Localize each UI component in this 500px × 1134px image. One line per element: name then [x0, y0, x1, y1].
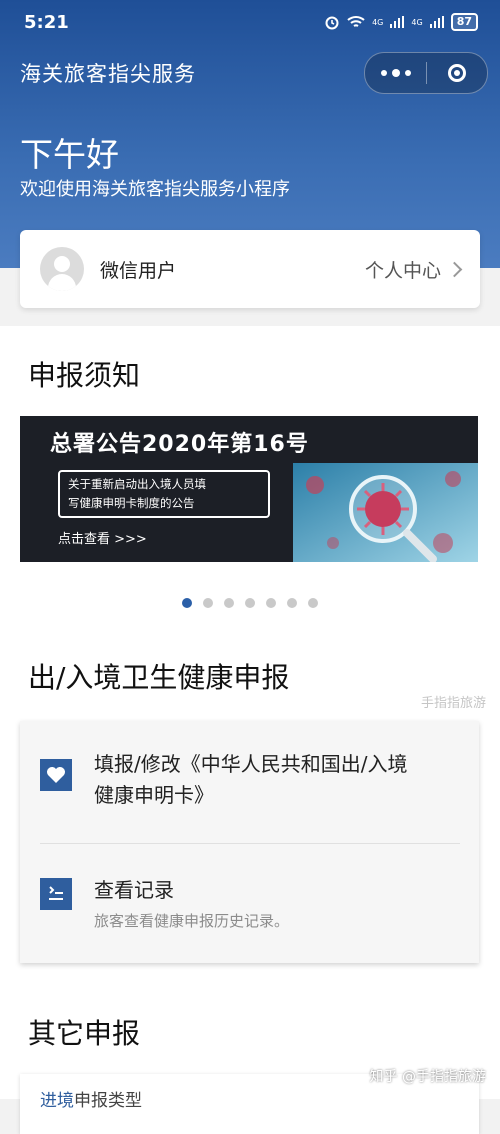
- signal-icon: [390, 16, 405, 28]
- carousel-indicator: [0, 598, 500, 608]
- banner-description: 关于重新启动出入境人员填 写健康申明卡制度的公告: [58, 470, 270, 518]
- more-dot-icon: [391, 69, 400, 77]
- welcome-text: 欢迎使用海关旅客指尖服务小程序: [20, 179, 290, 200]
- mini-program-capsule: [364, 52, 488, 94]
- watermark-text: 手指指旅游: [420, 696, 486, 711]
- target-icon: [448, 64, 466, 82]
- more-dot-icon: [380, 70, 387, 76]
- signal-icon-2: [429, 16, 444, 28]
- fill-health-card-line-1: 填报/修改《中华人民共和国出/入境: [94, 752, 408, 776]
- carousel-dot[interactable]: [287, 598, 297, 608]
- health-declaration-card: 填报/修改《中华人民共和国出/入境 健康申明卡》 查看记录 旅客查看健康申报历史…: [20, 721, 479, 963]
- status-icons: 4G 4G 87: [324, 13, 478, 31]
- heart-icon: [40, 759, 72, 791]
- view-records-title: 查看记录: [94, 878, 174, 902]
- fill-health-card-item[interactable]: 填报/修改《中华人民共和国出/入境 健康申明卡》: [20, 749, 479, 811]
- carousel-dot[interactable]: [203, 598, 213, 608]
- fill-health-card-line-2: 健康申明卡》: [94, 783, 214, 807]
- banner-view-link[interactable]: 点击查看 >>>: [58, 528, 147, 547]
- record-icon: [40, 878, 72, 910]
- close-program-button[interactable]: [427, 53, 487, 93]
- banner-line-2: 写健康申明卡制度的公告: [68, 496, 195, 510]
- profile-center-link[interactable]: 个人中心: [365, 256, 441, 283]
- header-background: 5:21 4G 4G 87 海关旅客指尖服务 下午好 欢迎使用海关旅客指尖服务小…: [0, 0, 500, 268]
- menu-divider: [40, 843, 460, 844]
- other-section-title: 其它申报: [28, 1017, 141, 1050]
- carousel-dot[interactable]: [182, 598, 192, 608]
- status-time: 5:21: [24, 12, 69, 33]
- source-watermark: 知乎 @手指指旅游: [369, 1069, 486, 1085]
- avatar: [40, 247, 84, 291]
- alarm-icon: [325, 16, 339, 30]
- user-card[interactable]: 微信用户 个人中心: [20, 230, 480, 308]
- more-dot-icon: [404, 70, 411, 76]
- carousel-dot[interactable]: [224, 598, 234, 608]
- view-records-subtitle: 旅客查看健康申报历史记录。: [94, 912, 290, 930]
- carousel-dot[interactable]: [245, 598, 255, 608]
- inbound-label: 进境: [40, 1091, 74, 1111]
- carousel-dot[interactable]: [308, 598, 318, 608]
- nav-title: 海关旅客指尖服务: [20, 62, 196, 86]
- declaration-type-text: 申报类型: [74, 1091, 142, 1111]
- more-menu-button[interactable]: [365, 53, 426, 93]
- battery-indicator: 87: [450, 13, 478, 31]
- banner-line-1: 关于重新启动出入境人员填: [68, 477, 206, 491]
- signal-label-2: 4G: [411, 17, 423, 27]
- chevron-right-icon: [446, 261, 463, 277]
- banner-headline: 总署公告2020年第16号: [50, 432, 309, 457]
- health-section-title: 出/入境卫生健康申报: [28, 661, 290, 694]
- wifi-icon: [347, 16, 365, 27]
- carousel-dot[interactable]: [266, 598, 276, 608]
- notice-section-title: 申报须知: [28, 359, 141, 392]
- view-records-item[interactable]: 查看记录 旅客查看健康申报历史记录。: [20, 875, 479, 931]
- greeting-text: 下午好: [20, 135, 119, 174]
- signal-label-1: 4G: [372, 17, 384, 27]
- virus-magnifier-illustration: [293, 463, 478, 562]
- main-content: 申报须知 总署公告2020年第16号 关于重新启动出入境人员填 写健康申明卡制度…: [0, 326, 500, 1134]
- user-name: 微信用户: [100, 259, 177, 282]
- announcement-banner[interactable]: 总署公告2020年第16号 关于重新启动出入境人员填 写健康申明卡制度的公告 点…: [20, 416, 478, 562]
- status-bar: 5:21 4G 4G 87: [0, 0, 500, 48]
